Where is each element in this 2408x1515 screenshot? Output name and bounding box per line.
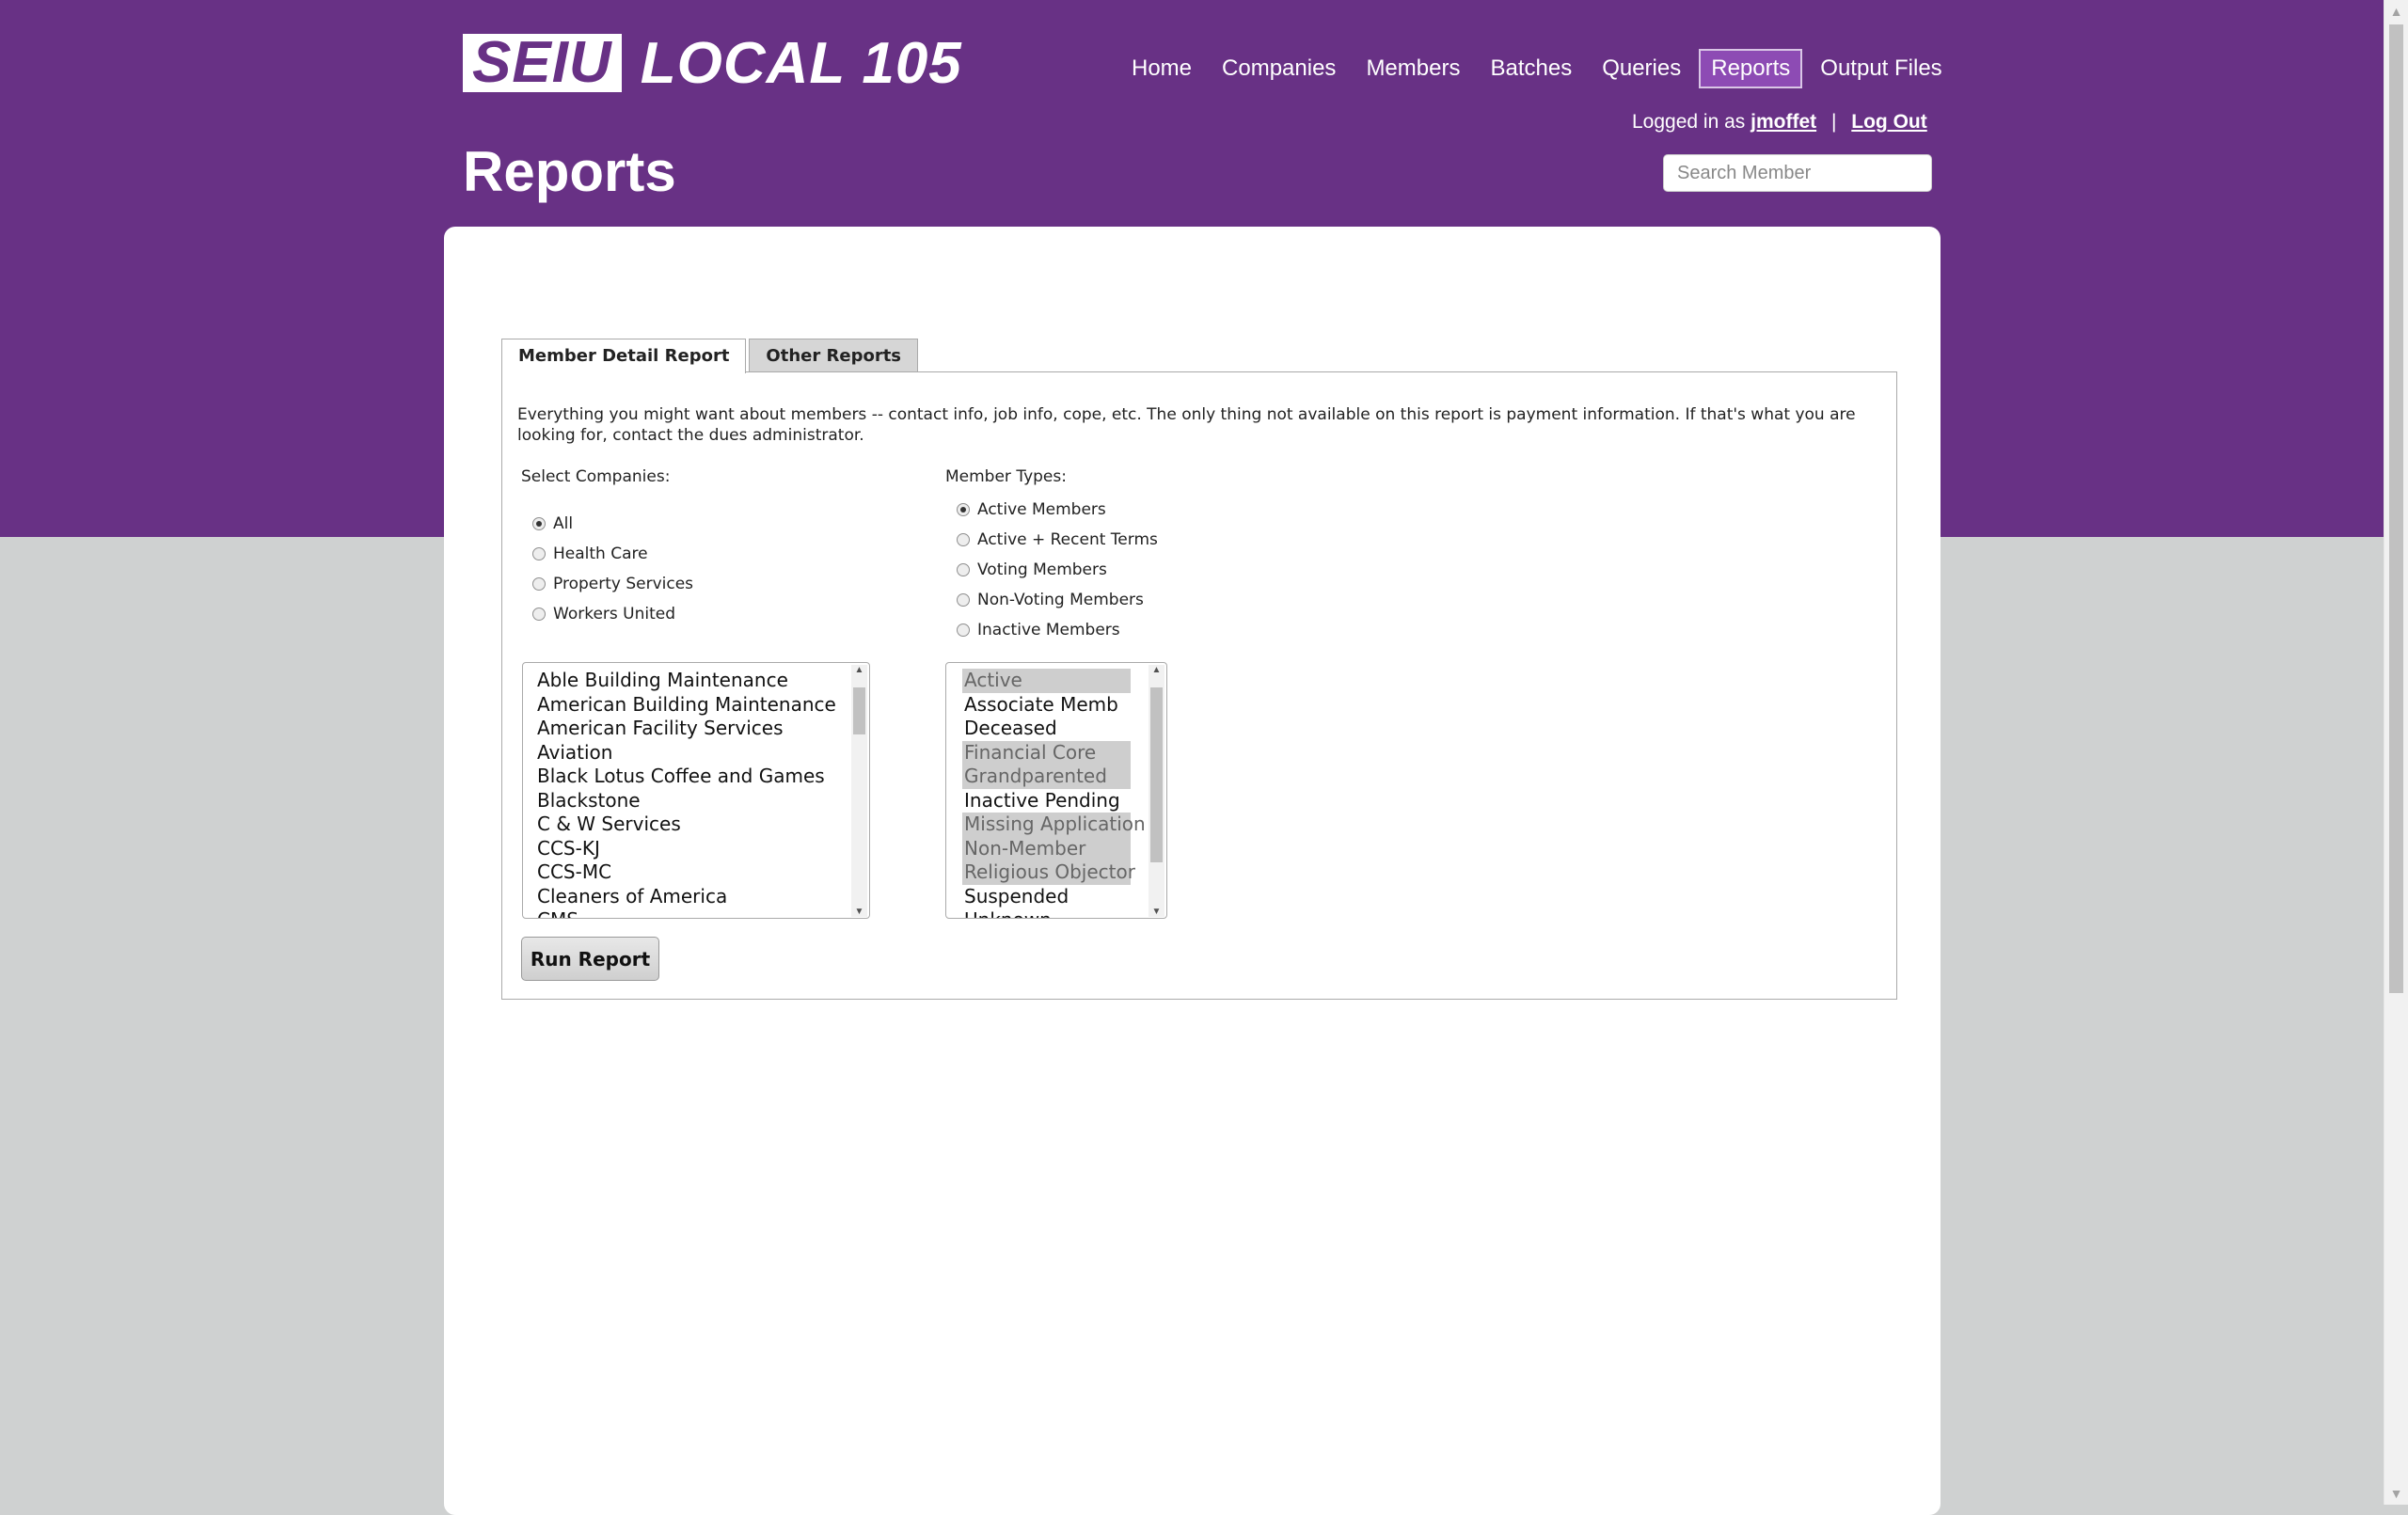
radio-active-members[interactable]: Active Members [957, 495, 1158, 525]
member-type-radios: Active Members Active + Recent Terms Vot… [957, 495, 1158, 645]
nav-output-files[interactable]: Output Files [1808, 49, 1954, 88]
radio-all[interactable]: All [532, 509, 693, 539]
seiu-logo[interactable]: SEIU LOCAL 105 [463, 31, 962, 96]
scroll-down-icon[interactable]: ▼ [851, 907, 867, 917]
page-title: Reports [463, 140, 676, 203]
list-item[interactable]: Cleaners of America [523, 885, 869, 909]
select-companies-label: Select Companies: [521, 467, 671, 486]
list-item[interactable]: Inactive Pending [962, 789, 1131, 813]
radio-button[interactable] [957, 623, 970, 637]
radio-inactive-members[interactable]: Inactive Members [957, 615, 1158, 645]
list-item[interactable]: Aviation [523, 741, 869, 765]
nav-companies[interactable]: Companies [1210, 49, 1348, 88]
radio-label: Voting Members [977, 560, 1107, 579]
radio-button[interactable] [532, 608, 546, 621]
radio-active-recent-terms[interactable]: Active + Recent Terms [957, 525, 1158, 555]
list-item[interactable]: Grandparented [962, 765, 1131, 789]
list-item[interactable]: CCS-MC [523, 860, 869, 885]
logout-link[interactable]: Log Out [1851, 111, 1926, 133]
list-item[interactable]: American Building Maintenance [523, 693, 869, 718]
list-item[interactable]: Active [962, 669, 1131, 693]
login-separator: | [1830, 111, 1837, 133]
search-member-input[interactable] [1663, 154, 1932, 192]
radio-label: Workers United [553, 605, 676, 623]
list-item[interactable]: Black Lotus Coffee and Games [523, 765, 869, 789]
list-item[interactable]: Deceased [962, 717, 1131, 741]
list-item[interactable]: Financial Core [962, 740, 1131, 765]
radio-voting-members[interactable]: Voting Members [957, 555, 1158, 585]
scroll-thumb[interactable] [1150, 687, 1163, 862]
radio-button[interactable] [957, 563, 970, 576]
main-nav: Home Companies Members Batches Queries R… [1119, 49, 1960, 88]
member-status-listbox[interactable]: Active Associate Memb Deceased Financial… [945, 662, 1167, 919]
member-status-scrollbar[interactable]: ▲ ▼ [1149, 665, 1164, 917]
run-report-button[interactable]: Run Report [521, 937, 659, 981]
radio-label: Non-Voting Members [977, 591, 1144, 609]
list-item[interactable]: CCS-KJ [523, 837, 869, 861]
list-item[interactable]: CMS [523, 908, 869, 918]
radio-property-services[interactable]: Property Services [532, 569, 693, 599]
radio-button[interactable] [532, 517, 546, 530]
scroll-down-icon[interactable]: ▼ [2384, 1482, 2408, 1505]
report-tabs: Member Detail Report Other Reports [501, 339, 921, 373]
scroll-up-icon[interactable]: ▲ [2384, 0, 2408, 23]
list-item[interactable]: Missing Application [962, 813, 1146, 837]
radio-label: Health Care [553, 544, 648, 563]
radio-button[interactable] [957, 503, 970, 516]
companies-listbox[interactable]: Able Building Maintenance American Build… [522, 662, 870, 919]
report-description: Everything you might want about members … [517, 405, 1856, 445]
scroll-down-icon[interactable]: ▼ [1149, 907, 1164, 917]
nav-members[interactable]: Members [1354, 49, 1472, 88]
radio-label: Inactive Members [977, 621, 1120, 639]
list-item[interactable]: Associate Memb [962, 693, 1131, 718]
tab-member-detail-report[interactable]: Member Detail Report [501, 339, 747, 373]
member-types-label: Member Types: [945, 467, 1067, 486]
radio-button[interactable] [532, 547, 546, 560]
radio-label: Active Members [977, 500, 1106, 519]
list-item[interactable]: Religious Objector [962, 860, 1135, 885]
list-item[interactable]: Unknown [962, 908, 1131, 918]
scroll-up-icon[interactable]: ▲ [851, 665, 867, 675]
radio-button[interactable] [957, 533, 970, 546]
list-item[interactable]: American Facility Services [523, 717, 869, 741]
list-item[interactable]: Non-Member [962, 836, 1131, 860]
list-item[interactable]: Able Building Maintenance [523, 669, 869, 693]
radio-health-care[interactable]: Health Care [532, 539, 693, 569]
logo-seiu-text: SEIU [463, 34, 622, 92]
radio-button[interactable] [532, 577, 546, 591]
nav-reports[interactable]: Reports [1699, 49, 1803, 88]
username-link[interactable]: jmoffet [1751, 111, 1816, 133]
scroll-thumb[interactable] [853, 687, 865, 734]
radio-label: All [553, 514, 574, 533]
list-item[interactable]: C & W Services [523, 813, 869, 837]
companies-scrollbar[interactable]: ▲ ▼ [851, 665, 867, 917]
company-group-radios: All Health Care Property Services Worker… [532, 509, 693, 629]
nav-queries[interactable]: Queries [1590, 49, 1693, 88]
tab-other-reports[interactable]: Other Reports [749, 339, 919, 372]
logo-local-text: LOCAL 105 [640, 30, 962, 96]
list-item[interactable]: Blackstone [523, 789, 869, 813]
page-scrollbar[interactable]: ▲ ▼ [2384, 0, 2408, 1505]
nav-home[interactable]: Home [1119, 49, 1204, 88]
radio-label: Active + Recent Terms [977, 530, 1158, 549]
radio-non-voting-members[interactable]: Non-Voting Members [957, 585, 1158, 615]
radio-button[interactable] [957, 593, 970, 607]
page-scroll-thumb[interactable] [2389, 24, 2403, 993]
scroll-up-icon[interactable]: ▲ [1149, 665, 1164, 675]
logged-in-prefix: Logged in as [1632, 111, 1746, 133]
nav-batches[interactable]: Batches [1478, 49, 1584, 88]
login-status: Logged in as jmoffet | Log Out [1632, 111, 1927, 134]
radio-workers-united[interactable]: Workers United [532, 599, 693, 629]
list-item[interactable]: Suspended [962, 885, 1131, 909]
radio-label: Property Services [553, 575, 694, 593]
